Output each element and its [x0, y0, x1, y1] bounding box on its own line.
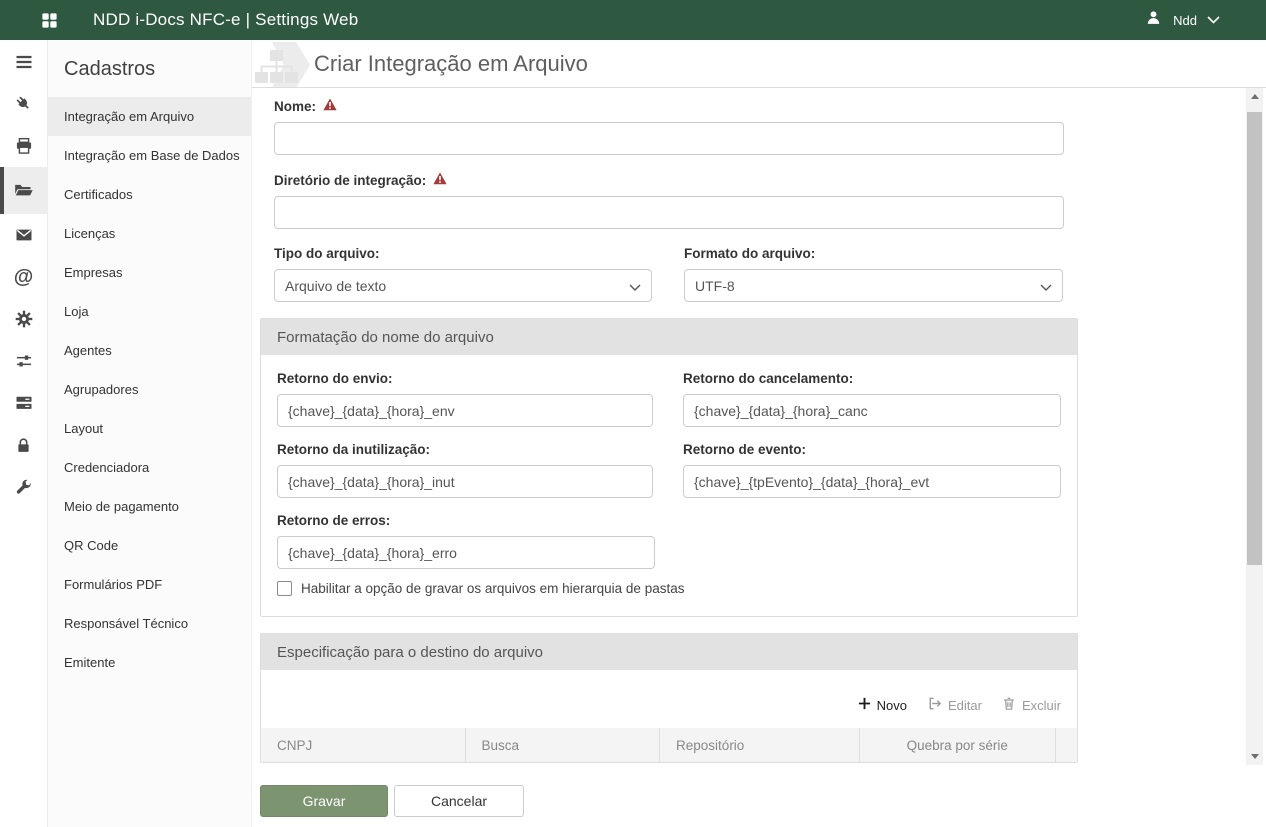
- tipo-arquivo-select[interactable]: Arquivo de texto: [274, 269, 652, 302]
- destino-table-header-row: CNPJ Busca Repositório Quebra por série: [261, 728, 1077, 762]
- topbar: NDD i-Docs NFC-e | Settings Web Ndd: [0, 0, 1266, 40]
- sidebar-item-layout[interactable]: Layout: [48, 409, 251, 448]
- page-header: Criar Integração em Arquivo: [252, 40, 1266, 88]
- nome-label: Nome:: [274, 98, 1064, 114]
- mail-icon[interactable]: [0, 214, 47, 256]
- retorno-evento-input[interactable]: [683, 465, 1061, 498]
- chevron-down-icon: [629, 278, 641, 294]
- sidebar-item-formularios-pdf[interactable]: Formulários PDF: [48, 565, 251, 604]
- novo-button[interactable]: Novo: [858, 697, 907, 713]
- retorno-inutilizacao-label: Retorno da inutilização:: [277, 442, 653, 457]
- column-header-repositorio: Repositório: [660, 728, 860, 762]
- sidebar-item-meio-de-pagamento[interactable]: Meio de pagamento: [48, 487, 251, 526]
- retorno-cancelamento-label: Retorno do cancelamento:: [683, 371, 1061, 386]
- app-window: NDD i-Docs NFC-e | Settings Web Ndd: [0, 0, 1266, 827]
- required-warning-icon: [433, 172, 447, 188]
- nome-input[interactable]: [274, 122, 1064, 155]
- trash-icon: [1002, 696, 1016, 714]
- page-title: Criar Integração em Arquivo: [314, 51, 588, 77]
- formato-arquivo-select[interactable]: UTF-8: [684, 269, 1063, 302]
- panel-especificacao-title: Especificação para o destino do arquivo: [261, 634, 1077, 670]
- required-warning-icon: [323, 98, 337, 114]
- sidebar-item-certificados[interactable]: Certificados: [48, 175, 251, 214]
- chevron-down-icon: [1207, 11, 1220, 29]
- gear-icon[interactable]: [0, 298, 47, 340]
- sidebar-item-responsavel-tecnico[interactable]: Responsável Técnico: [48, 604, 251, 643]
- form-scroll-area: Nome: Diretório de i: [252, 88, 1266, 765]
- plug-icon[interactable]: [0, 83, 47, 125]
- sidebar-item-integracao-em-arquivo[interactable]: Integração em Arquivo: [48, 97, 251, 136]
- server-icon[interactable]: [0, 382, 47, 424]
- app-title: NDD i-Docs NFC-e | Settings Web: [93, 10, 358, 30]
- printer-icon[interactable]: [0, 125, 47, 167]
- sidebar-item-empresas[interactable]: Empresas: [48, 253, 251, 292]
- column-header-cnpj: CNPJ: [261, 728, 466, 762]
- chevron-down-icon: [1040, 278, 1052, 294]
- column-header-spacer: [1056, 728, 1077, 762]
- sitemap-watermark-icon: [252, 42, 310, 88]
- scrollbar-thumb[interactable]: [1247, 112, 1262, 565]
- diretorio-input[interactable]: [274, 196, 1064, 229]
- user-icon: [1144, 8, 1163, 32]
- module-icon-strip: @: [0, 40, 48, 827]
- panel-formatacao-title: Formatação do nome do arquivo: [261, 319, 1077, 355]
- sidebar-item-credenciadora[interactable]: Credenciadora: [48, 448, 251, 487]
- main-content: Criar Integração em Arquivo Nome:: [252, 40, 1266, 827]
- sidebar-item-agentes[interactable]: Agentes: [48, 331, 251, 370]
- retorno-evento-label: Retorno de evento:: [683, 442, 1061, 457]
- sidebar-item-integracao-em-base-de-dados[interactable]: Integração em Base de Dados: [48, 136, 251, 175]
- column-header-busca: Busca: [466, 728, 661, 762]
- cancelar-button[interactable]: Cancelar: [394, 785, 524, 817]
- at-sign-icon[interactable]: @: [0, 256, 47, 298]
- editar-button[interactable]: Editar: [927, 696, 982, 714]
- retorno-erros-input[interactable]: [277, 536, 655, 569]
- sidebar-item-licencas[interactable]: Licenças: [48, 214, 251, 253]
- panel-formatacao: Formatação do nome do arquivo Retorno do…: [260, 318, 1078, 617]
- excluir-button[interactable]: Excluir: [1002, 696, 1061, 714]
- user-name: Ndd: [1173, 13, 1197, 28]
- app-launcher-grid-icon[interactable]: [40, 11, 59, 30]
- retorno-erros-label: Retorno de erros:: [277, 513, 655, 528]
- sidebar-item-emitente[interactable]: Emitente: [48, 643, 251, 682]
- retorno-inutilizacao-input[interactable]: [277, 465, 653, 498]
- user-menu[interactable]: Ndd: [1144, 8, 1220, 32]
- form-footer: Gravar Cancelar: [252, 765, 1266, 827]
- hierarquia-pastas-checkbox[interactable]: [277, 581, 292, 596]
- hierarquia-pastas-label: Habilitar a opção de gravar os arquivos …: [301, 581, 684, 596]
- sidebar-item-agrupadores[interactable]: Agrupadores: [48, 370, 251, 409]
- lock-icon[interactable]: [0, 424, 47, 466]
- panel-especificacao: Especificação para o destino do arquivo …: [260, 633, 1078, 763]
- column-header-quebra-por-serie: Quebra por série: [860, 728, 1056, 762]
- sidebar: Cadastros Integração em Arquivo Integraç…: [48, 40, 252, 827]
- edit-icon: [927, 696, 942, 714]
- vertical-scrollbar[interactable]: [1246, 88, 1263, 765]
- scrollbar-down-arrow[interactable]: [1246, 748, 1263, 765]
- retorno-envio-input[interactable]: [277, 394, 653, 427]
- formato-arquivo-label: Formato do arquivo:: [684, 246, 1063, 261]
- plus-icon: [858, 697, 871, 713]
- scrollbar-up-arrow[interactable]: [1246, 88, 1263, 105]
- gravar-button[interactable]: Gravar: [260, 785, 388, 817]
- retorno-envio-label: Retorno do envio:: [277, 371, 653, 386]
- folder-open-icon[interactable]: [0, 167, 47, 214]
- retorno-cancelamento-input[interactable]: [683, 394, 1061, 427]
- sidebar-item-loja[interactable]: Loja: [48, 292, 251, 331]
- sidebar-item-qr-code[interactable]: QR Code: [48, 526, 251, 565]
- sidebar-title: Cadastros: [48, 40, 251, 97]
- tipo-arquivo-label: Tipo do arquivo:: [274, 246, 652, 261]
- menu-icon[interactable]: [0, 41, 47, 83]
- wrench-icon[interactable]: [0, 466, 47, 508]
- sliders-icon[interactable]: [0, 340, 47, 382]
- diretorio-label: Diretório de integração:: [274, 172, 1064, 188]
- grid-toolbar: Novo Editar: [261, 670, 1077, 728]
